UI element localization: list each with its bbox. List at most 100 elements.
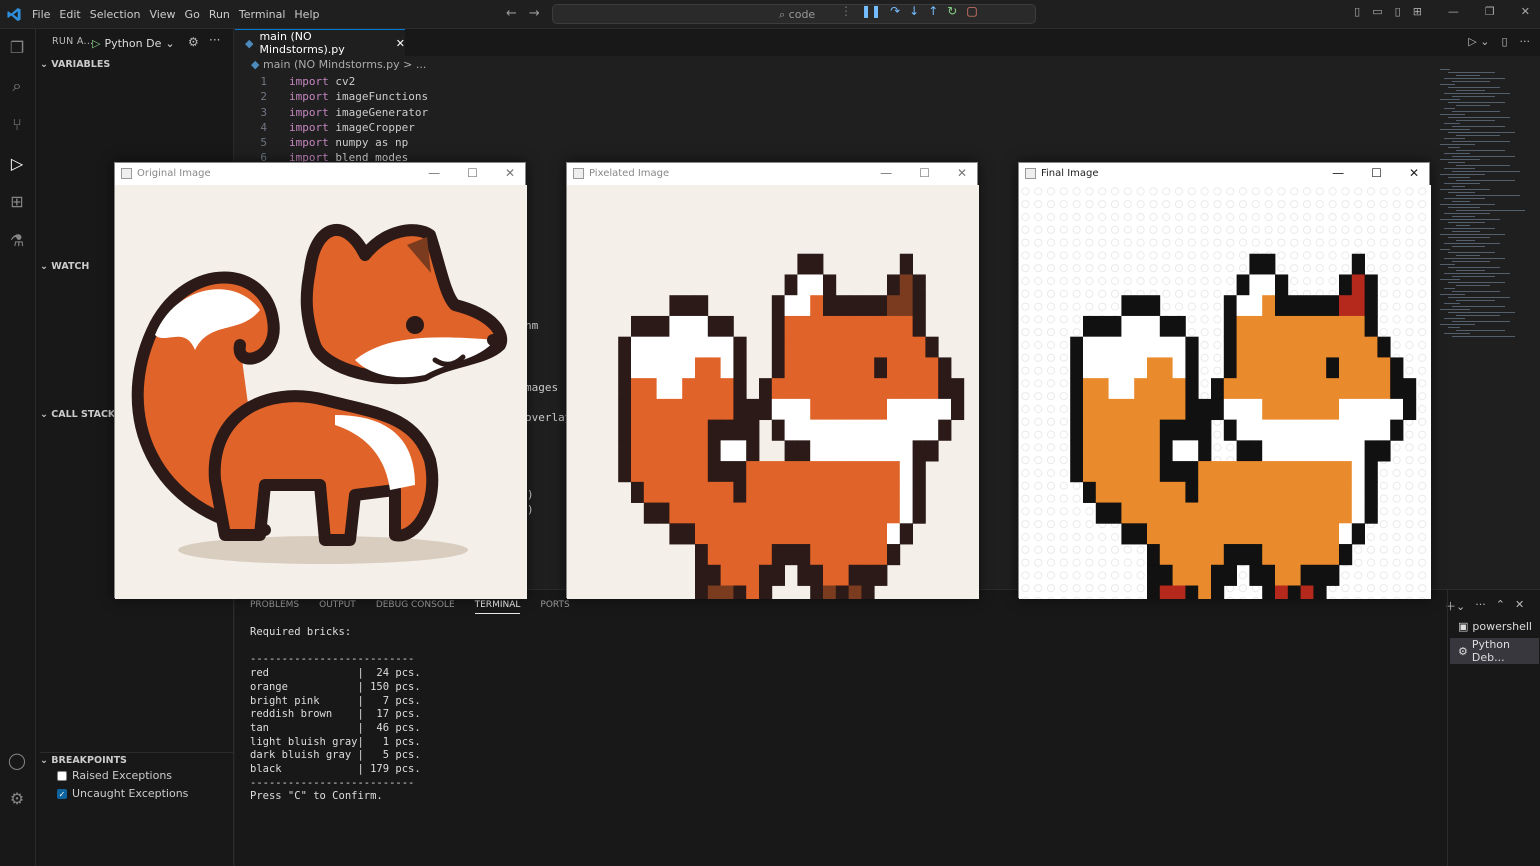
account-icon[interactable]: ◯ [6,750,28,772]
search-icon[interactable]: ⌕ [6,75,28,97]
play-icon[interactable]: ▷ [92,37,100,50]
run-icon[interactable]: ▷ ⌄ [1468,35,1489,48]
explorer-icon[interactable]: ❐ [6,37,28,59]
tab-ports[interactable]: PORTS [540,600,569,614]
menu-go[interactable]: Go [185,8,207,21]
mosaic-tile [656,440,670,462]
menu-file[interactable]: File [32,8,57,21]
minimap[interactable] [1440,69,1532,349]
terminal-output[interactable]: Required bricks: -----------------------… [250,626,421,804]
section-breakpoints[interactable]: ⌄ BREAKPOINTS [40,752,234,766]
mosaic-tile [1339,440,1353,462]
stop-icon[interactable]: ▢ [966,4,977,18]
breakpoint-uncaught[interactable]: ✓ Uncaught Exceptions [57,787,188,800]
checkbox[interactable] [57,770,67,781]
pause-icon[interactable]: ❚❚ [861,4,881,18]
toggle-sidebar-icon[interactable]: ▯ [1354,5,1360,18]
close-icon[interactable]: ✕ [505,166,515,180]
extensions-icon[interactable]: ⊞ [6,191,28,213]
tab-main-py[interactable]: ◆ main (NO Mindstorms).py ✕ [235,29,405,56]
more-icon[interactable]: ··· [1520,35,1531,48]
step-out-icon[interactable]: ↑ [928,4,938,18]
checkbox-checked[interactable]: ✓ [57,788,67,799]
mosaic-tile [1339,502,1353,524]
terminal-powershell[interactable]: ▣ powershell [1458,620,1532,633]
tab-debug-console[interactable]: DEBUG CONSOLE [376,600,455,614]
close-icon[interactable]: ✕ [1521,5,1530,18]
minimize-icon[interactable]: — [1448,5,1459,18]
run-debug-icon[interactable]: ▷ [6,153,28,175]
mosaic-tile [861,523,875,545]
source-control-icon[interactable]: ⑂ [6,114,28,136]
step-over-icon[interactable]: ↷ [890,4,900,18]
tab-terminal[interactable]: TERMINAL [474,600,521,614]
restore-icon[interactable]: ❐ [1485,5,1495,18]
minimize-icon[interactable]: — [1332,166,1344,180]
split-editor-icon[interactable]: ▯ [1501,35,1507,48]
menu-terminal[interactable]: Terminal [239,8,293,21]
toggle-panel-icon[interactable]: ▭ [1372,5,1382,18]
minimize-icon[interactable]: — [428,166,440,180]
mosaic-tile [746,398,760,421]
more-icon[interactable]: ··· [209,33,220,47]
mosaic-tile [643,461,657,483]
close-icon[interactable]: ✕ [1409,166,1419,180]
mosaic-tile [1134,336,1148,358]
maximize-icon[interactable]: ☐ [919,166,930,180]
testing-icon[interactable]: ⚗ [6,230,28,252]
maximize-icon[interactable]: ☐ [467,166,478,180]
close-icon[interactable]: ✕ [957,166,967,180]
mosaic-tile [1095,481,1109,503]
mosaic-tile [1172,523,1186,545]
debug-config-select[interactable]: ▷ Python De ⌄ [92,33,178,53]
breakpoint-raised[interactable]: Raised Exceptions [57,769,172,782]
original-image-window[interactable]: Original Image — ☐ ✕ [114,162,527,599]
drag-handle-icon[interactable]: ⋮ [840,4,852,18]
pixelated-image-window[interactable]: Pixelated Image — ☐ ✕ [566,162,979,599]
mosaic-tile [797,544,811,566]
mosaic-tile [1313,315,1327,338]
mosaic-tile [707,440,721,462]
restart-icon[interactable]: ↻ [947,4,957,18]
forward-arrow-icon[interactable]: → [529,6,540,21]
mosaic-tile [1159,481,1173,503]
section-call-stack[interactable]: ⌄ CALL STACK [40,409,115,420]
mosaic-tile [643,357,657,379]
window-titlebar[interactable]: Original Image — ☐ ✕ [115,163,525,185]
minimize-icon[interactable]: — [880,166,892,180]
step-into-icon[interactable]: ↓ [909,4,919,18]
menu-selection[interactable]: Selection [90,8,148,21]
window-titlebar[interactable]: Final Image — ☐ ✕ [1019,163,1429,185]
menu-run[interactable]: Run [209,8,237,21]
mosaic-tile [912,295,926,317]
toggle-secondary-icon[interactable]: ▯ [1395,5,1401,18]
mosaic-tile [899,336,913,358]
code-lines[interactable]: 1 import cv2 2 import imageFunctions 3 impo… [235,74,428,166]
mosaic-tile [682,502,696,524]
menu-edit[interactable]: Edit [59,8,87,21]
layout-icon[interactable]: ⊞ [1413,5,1422,18]
section-variables[interactable]: ⌄ VARIABLES [40,59,110,70]
menu-help[interactable]: Help [294,8,326,21]
final-image-window[interactable]: Final Image — ☐ ✕ [1018,162,1431,599]
mosaic-tile [1083,336,1097,358]
window-icon [121,168,132,179]
tab-problems[interactable]: PROBLEMS [250,600,299,614]
mosaic-tile [1185,544,1199,566]
gear-icon[interactable]: ⚙ [188,35,199,49]
tab-output[interactable]: OUTPUT [319,600,356,614]
terminal-python-debug[interactable]: ⚙ Python Deb... [1450,638,1539,664]
window-titlebar[interactable]: Pixelated Image — ☐ ✕ [567,163,977,185]
close-icon[interactable]: ✕ [396,37,405,50]
gear-icon[interactable]: ⚙ [6,788,28,810]
breadcrumb[interactable]: ◆ main (NO Mindstorms.py > ... [251,58,426,71]
breakpoint-label: Raised Exceptions [72,769,173,782]
mosaic-tile [1364,274,1378,296]
mosaic-tile [1236,544,1250,566]
section-watch[interactable]: ⌄ WATCH [40,261,89,272]
back-arrow-icon[interactable]: ← [506,6,517,21]
mosaic-tile [1108,502,1122,524]
maximize-icon[interactable]: ☐ [1371,166,1382,180]
menu-view[interactable]: View [149,8,182,21]
mosaic-tile [1223,544,1237,566]
